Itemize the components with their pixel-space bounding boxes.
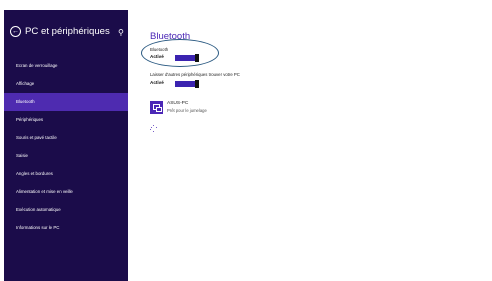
search-icon[interactable]: ⚲ — [118, 28, 124, 37]
pc-device-icon[interactable] — [150, 101, 163, 114]
back-arrow-icon[interactable]: ← — [10, 26, 21, 37]
bluetooth-toggle[interactable] — [175, 54, 199, 62]
sidebar-title: PC et périphériques — [25, 26, 110, 37]
discoverable-status: Activé — [150, 80, 164, 85]
toggle-thumb[interactable] — [195, 80, 199, 88]
sidebar-item-autoplay[interactable]: Exécution automatique — [4, 201, 128, 219]
sidebar-item-corners-edges[interactable]: Angles et bordures — [4, 165, 128, 183]
bluetooth-status: Activé — [150, 54, 164, 59]
sidebar-item-lock-screen[interactable]: Ecran de verrouillage — [4, 57, 128, 75]
loading-spinner-icon — [150, 125, 157, 132]
sidebar-item-display[interactable]: Affichage — [4, 75, 128, 93]
device-status: Prêt pour le jumelage — [167, 108, 207, 113]
sidebar: ← PC et périphériques ⚲ Ecran de verroui… — [4, 10, 128, 281]
sidebar-item-mouse-touchpad[interactable]: Souris et pavé tactile — [4, 129, 128, 147]
device-name[interactable]: ASUS-PC — [167, 101, 188, 106]
sidebar-item-power-sleep[interactable]: Alimentation et mise en veille — [4, 183, 128, 201]
highlight-ring — [141, 39, 219, 67]
bluetooth-label: Bluetooth — [150, 47, 169, 52]
sidebar-item-pc-info[interactable]: Informations sur le PC — [4, 219, 128, 237]
sidebar-header: ← PC et périphériques — [10, 26, 110, 37]
sidebar-item-devices[interactable]: Périphériques — [4, 111, 128, 129]
sidebar-item-typing[interactable]: Saisie — [4, 147, 128, 165]
sidebar-item-bluetooth[interactable]: Bluetooth — [4, 93, 128, 111]
discoverable-toggle[interactable] — [175, 80, 199, 88]
toggle-thumb[interactable] — [195, 54, 199, 62]
discoverable-label: Laisser d'autres périphériques trouver v… — [150, 72, 240, 77]
sidebar-nav: Ecran de verrouillage Affichage Bluetoot… — [4, 57, 128, 237]
